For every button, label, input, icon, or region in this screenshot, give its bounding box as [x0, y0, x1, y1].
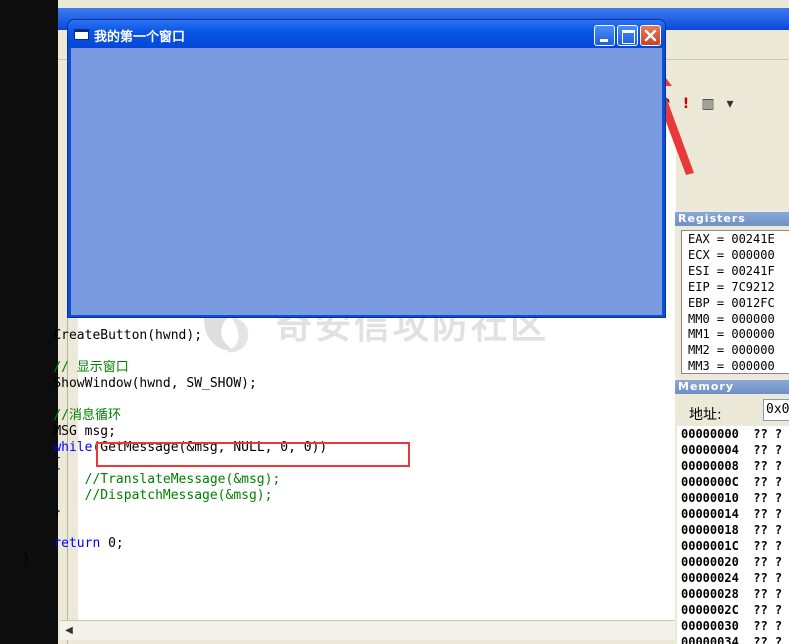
memory-row: 0000002C ?? ? — [681, 603, 783, 617]
minimize-button[interactable] — [594, 25, 615, 46]
code-line: CreateButton(hwnd); — [22, 328, 327, 344]
register-row: EIP = 7C9212 — [688, 279, 775, 294]
memory-pane: Memory 地址: 0x0 00000000 ?? ? 00000004 ?? … — [675, 380, 789, 644]
close-icon — [644, 29, 657, 42]
register-row: MM3 = 000000 — [688, 359, 775, 374]
code-token: return — [53, 536, 101, 551]
memory-row: 00000010 ?? ? — [681, 491, 783, 505]
register-row: EAX = 00241E — [688, 232, 775, 246]
code-token: 0; — [100, 536, 124, 551]
register-row: EBP = 0012FC — [688, 295, 775, 310]
memory-row: 00000014 ?? ? — [681, 507, 783, 521]
code-token: ShowWindow(hwnd, SW_SHOW); — [53, 376, 257, 391]
code-line: ShowWindow(hwnd, SW_SHOW); — [22, 376, 327, 392]
app-window: 我的第一个窗口 — [67, 19, 666, 318]
code-line: //DispatchMessage(&msg); — [22, 488, 327, 504]
memory-row: 00000004 ?? ? — [681, 443, 783, 457]
code-token: } — [53, 504, 62, 519]
code-token: CreateButton(hwnd); — [53, 328, 203, 343]
memory-row: 00000030 ?? ? — [681, 619, 783, 633]
code-line: } — [22, 504, 327, 520]
code-token: // 显示窗口 — [53, 360, 129, 375]
window-icon — [74, 29, 89, 40]
code-line: //TranslateMessage(&msg); — [22, 472, 327, 488]
memory-row: 00000000 ?? ? — [681, 427, 783, 441]
register-row: MM1 = 000000 — [688, 327, 775, 342]
code-line: } — [22, 552, 327, 568]
code-token: MSG msg; — [53, 424, 116, 439]
registers-list[interactable]: EAX = 00241E ECX = 000000 ESI = 00241F EIP … — [681, 230, 789, 374]
register-row: MM2 = 000000 — [688, 343, 775, 358]
code-token: //DispatchMessage(&msg); — [84, 488, 273, 503]
memory-row: 00000024 ?? ? — [681, 571, 783, 585]
code-token: //消息循环 — [53, 408, 121, 423]
memory-address-label: 地址: — [689, 407, 722, 423]
code-line: // 显示窗口 — [22, 360, 327, 376]
memory-row: 00000034 ?? ? — [681, 635, 783, 644]
memory-address-input[interactable]: 0x0 — [763, 399, 789, 421]
annotation-highlight-box — [96, 442, 410, 467]
maximize-button[interactable] — [617, 25, 638, 46]
dropdown-arrow-icon[interactable]: ▾ — [722, 96, 738, 112]
memory-row: 00000020 ?? ? — [681, 555, 783, 569]
horizontal-scrollbar[interactable]: ◀ — [60, 620, 676, 640]
code-token: } — [22, 552, 30, 567]
code-token: while — [53, 440, 93, 455]
code-token: { — [53, 456, 62, 471]
code-token: //TranslateMessage(&msg); — [84, 472, 281, 487]
register-row: MM0 = 000000 — [688, 311, 775, 326]
document-icon[interactable]: ▥ — [700, 96, 716, 112]
code-line: //消息循环 — [22, 408, 327, 424]
register-row: ECX = 000000 — [688, 247, 775, 262]
memory-address-row: 地址: 0x0 — [675, 396, 789, 426]
memory-row: 00000018 ?? ? — [681, 523, 783, 537]
memory-title: Memory — [675, 380, 789, 394]
close-button[interactable] — [640, 25, 661, 46]
registers-pane: Registers EAX = 00241E ECX = 000000 ESI = … — [675, 212, 789, 378]
memory-row: 0000000C ?? ? — [681, 475, 783, 489]
code-line: MSG msg; — [22, 424, 327, 440]
memory-row: 00000028 ?? ? — [681, 587, 783, 601]
code-line: return 0; — [22, 536, 327, 552]
app-titlebar[interactable]: 我的第一个窗口 — [68, 20, 665, 48]
register-row: ESI = 00241F — [688, 263, 775, 278]
app-client-area[interactable] — [71, 48, 662, 315]
memory-row: 0000001C ?? ? — [681, 539, 783, 553]
scroll-left-icon[interactable]: ◀ — [62, 624, 76, 638]
registers-title: Registers — [675, 212, 789, 226]
memory-list[interactable]: 00000000 ?? ? 00000004 ?? ? 00000008 ?? ? 0… — [677, 426, 789, 644]
memory-row: 00000008 ?? ? — [681, 459, 783, 473]
app-window-title: 我的第一个窗口 — [94, 30, 186, 45]
